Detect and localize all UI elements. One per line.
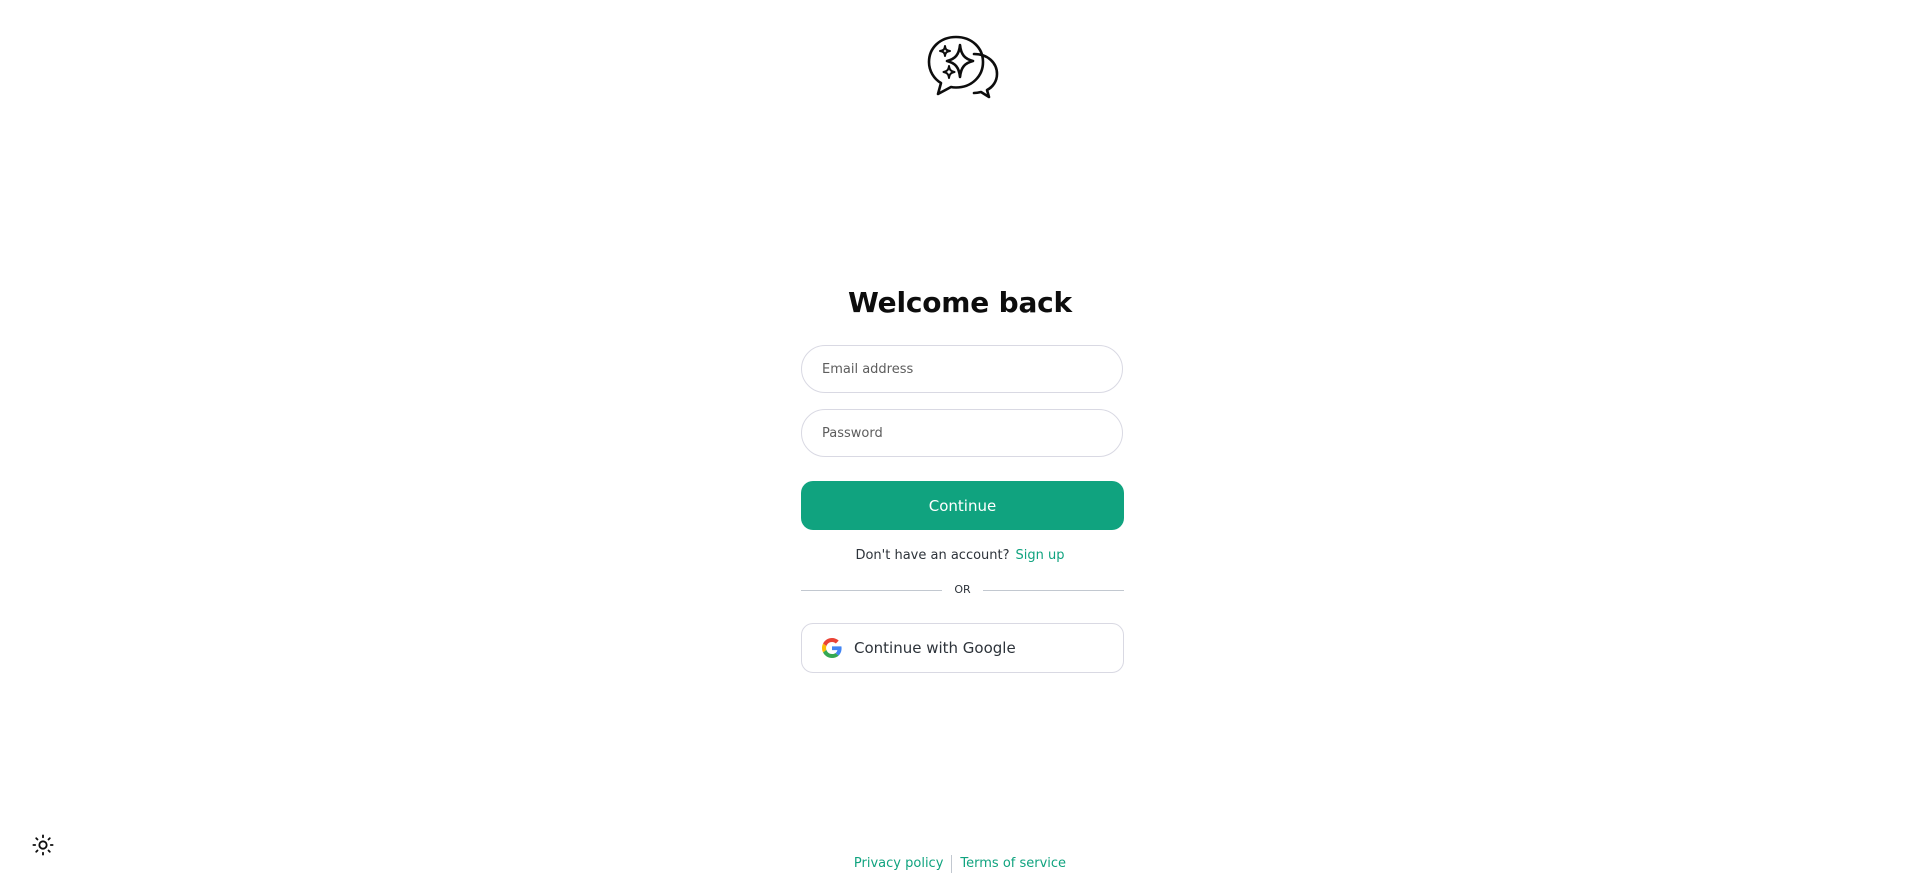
footer-separator <box>951 854 953 873</box>
terms-of-service-link[interactable]: Terms of service <box>960 856 1066 871</box>
divider-line-right <box>983 590 1124 591</box>
email-input[interactable] <box>801 345 1123 393</box>
or-divider: OR <box>801 582 1124 598</box>
google-button-label: Continue with Google <box>854 639 1016 657</box>
continue-with-google-button[interactable]: Continue with Google <box>801 623 1124 673</box>
continue-button[interactable]: Continue <box>801 481 1124 530</box>
signup-link[interactable]: Sign up <box>1016 548 1065 563</box>
privacy-policy-link[interactable]: Privacy policy <box>854 856 943 871</box>
chat-sparkle-icon <box>926 34 1000 100</box>
page-title: Welcome back <box>848 286 1072 319</box>
theme-toggle-button[interactable] <box>32 834 54 856</box>
login-page: Welcome back Continue Don't have an acco… <box>0 0 1920 888</box>
footer-links: Privacy policy Terms of service <box>0 854 1920 874</box>
google-icon <box>822 638 842 658</box>
signup-prompt-row: Don't have an account? Sign up <box>0 546 1920 566</box>
password-input[interactable] <box>801 409 1123 457</box>
signup-prompt-text: Don't have an account? <box>855 548 1010 563</box>
sun-icon <box>32 834 54 856</box>
